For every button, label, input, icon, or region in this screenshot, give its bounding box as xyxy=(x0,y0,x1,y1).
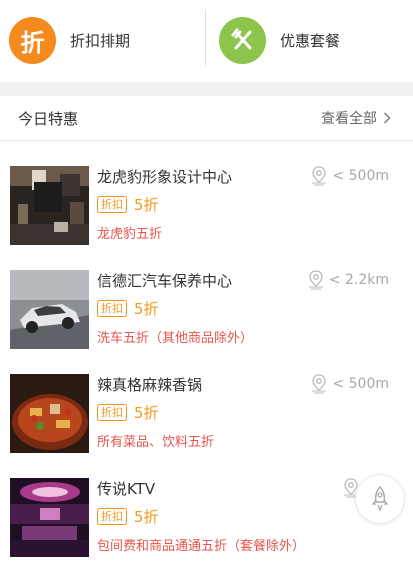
fork-knife-icon xyxy=(219,16,266,64)
see-all-link[interactable]: 查看全部 xyxy=(321,108,391,128)
discount-badge-icon: 折 xyxy=(9,16,56,64)
hotpot-thumbnail xyxy=(10,374,89,453)
deal-list-item[interactable]: 传说KTV 折扣 5折 包间费和商品通通五折（套餐除外） < 2 xyxy=(0,453,413,557)
location-pin-icon xyxy=(312,374,327,394)
discount-info: 折扣 5折 xyxy=(97,506,159,527)
discount-info: 折扣 5折 xyxy=(97,298,159,319)
promo-text: 洗车五折（其他商品除外） xyxy=(97,331,254,346)
section-gap xyxy=(0,82,413,96)
distance-label: < 2.2km xyxy=(328,272,389,288)
discount-rate: 5折 xyxy=(134,196,159,214)
salon-thumbnail xyxy=(10,166,89,245)
discount-badge: 折扣 xyxy=(97,196,127,213)
shop-name: 辣真格麻辣香锅 xyxy=(97,376,203,394)
chevron-right-icon xyxy=(384,112,391,124)
discount-badge-char: 折 xyxy=(20,28,45,57)
today-deals-header: 今日特惠 查看全部 xyxy=(0,96,413,141)
distance-label: < 500m xyxy=(332,168,389,184)
discount-rate: 5折 xyxy=(134,404,159,422)
discount-badge: 折扣 xyxy=(97,300,127,317)
section-title: 今日特惠 xyxy=(18,110,79,128)
see-all-label: 查看全部 xyxy=(321,111,377,127)
discount-schedule-button[interactable]: 折 折扣排期 xyxy=(9,15,199,65)
discount-badge: 折扣 xyxy=(97,508,127,525)
location-pin-icon xyxy=(308,270,323,290)
top-nav: 折 折扣排期 优惠套餐 xyxy=(0,0,413,82)
shop-name: 信德汇汽车保养中心 xyxy=(97,272,233,290)
discount-rate: 5折 xyxy=(134,508,159,526)
nav-divider xyxy=(205,10,206,66)
car-thumbnail xyxy=(10,270,89,349)
promo-text: 包间费和商品通通五折（套餐除外） xyxy=(97,539,306,554)
distance: < 2.2km xyxy=(307,270,389,290)
back-to-top-button[interactable] xyxy=(355,474,405,524)
distance: < 500m xyxy=(310,374,389,394)
special-package-label: 优惠套餐 xyxy=(280,31,341,50)
promo-text: 龙虎豹五折 xyxy=(97,227,163,242)
shop-name: 龙虎豹形象设计中心 xyxy=(97,168,233,186)
discount-badge: 折扣 xyxy=(97,404,127,421)
discount-schedule-label: 折扣排期 xyxy=(70,31,131,50)
deal-list-item[interactable]: 辣真格麻辣香锅 折扣 5折 所有菜品、饮料五折 < 500m xyxy=(0,349,413,453)
special-package-button[interactable]: 优惠套餐 xyxy=(219,15,409,65)
distance-label: < 500m xyxy=(332,376,389,392)
deal-list-item[interactable]: 龙虎豹形象设计中心 折扣 5折 龙虎豹五折 < 500m xyxy=(0,141,413,245)
shop-name: 传说KTV xyxy=(97,480,156,498)
discount-info: 折扣 5折 xyxy=(97,402,159,423)
discount-info: 折扣 5折 xyxy=(97,194,159,215)
discount-rate: 5折 xyxy=(134,300,159,318)
ktv-thumbnail xyxy=(10,478,89,557)
promo-text: 所有菜品、饮料五折 xyxy=(97,435,215,450)
location-pin-icon xyxy=(312,166,327,186)
distance: < 500m xyxy=(310,166,389,186)
deal-list-item[interactable]: 信德汇汽车保养中心 折扣 5折 洗车五折（其他商品除外） < 2.2km xyxy=(0,245,413,349)
rocket-icon xyxy=(371,486,389,512)
